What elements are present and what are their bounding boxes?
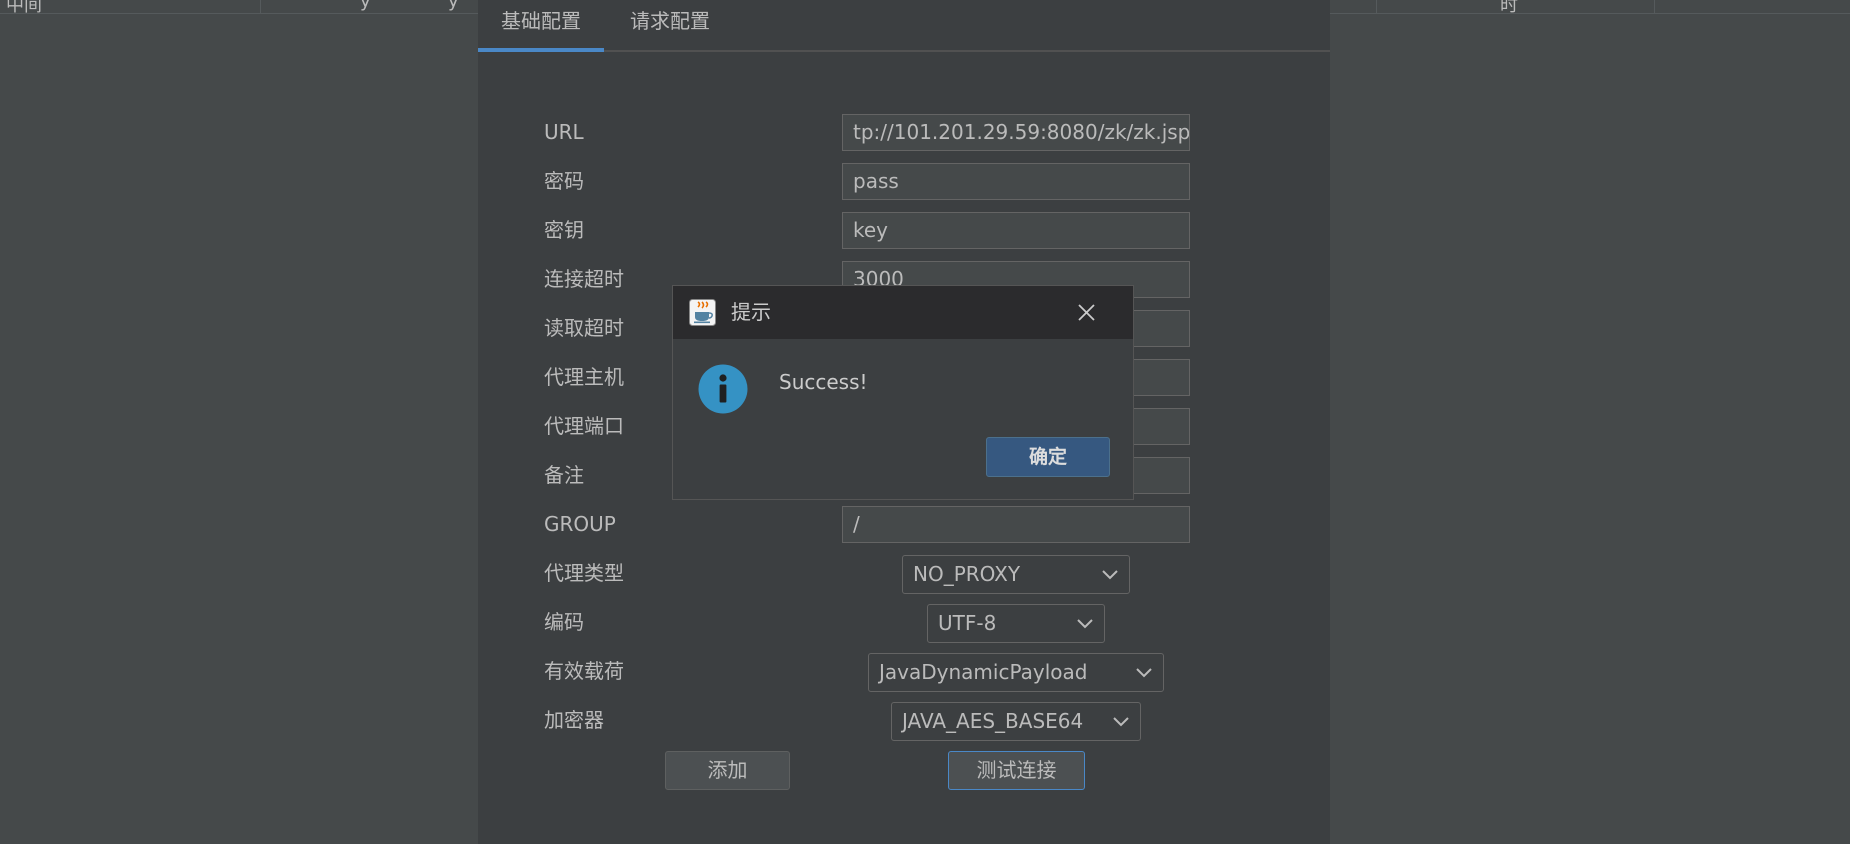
close-icon[interactable] <box>1073 299 1100 326</box>
tab-request-config[interactable]: 请求配置 <box>620 0 720 50</box>
add-button[interactable]: 添加 <box>665 751 790 790</box>
proxy-host-label: 代理主机 <box>544 365 624 389</box>
payload-value: JavaDynamicPayload <box>879 660 1088 684</box>
dialog-title: 提示 <box>731 300 771 324</box>
encryptor-label: 加密器 <box>544 708 604 732</box>
remark-label: 备注 <box>544 463 584 487</box>
chevron-down-icon <box>1136 668 1152 678</box>
tab-bar: 基础配置 请求配置 <box>478 0 1330 52</box>
column-divider <box>1654 0 1655 13</box>
payload-label: 有效载荷 <box>544 659 624 683</box>
password-label: 密码 <box>544 169 584 193</box>
password-field[interactable]: pass <box>842 163 1190 200</box>
dialog-message: Success! <box>779 370 868 394</box>
message-dialog: 提示 Success! 确定 <box>672 285 1134 500</box>
proxy-type-label: 代理类型 <box>544 561 624 585</box>
encryptor-select[interactable]: JAVA_AES_BASE64 <box>891 702 1141 741</box>
encoding-value: UTF-8 <box>938 611 997 635</box>
chevron-down-icon <box>1113 717 1129 727</box>
info-icon <box>698 364 748 414</box>
java-icon <box>689 299 716 326</box>
group-label: GROUP <box>544 512 616 536</box>
read-timeout-label: 读取超时 <box>544 316 624 340</box>
proxy-type-value: NO_PROXY <box>913 562 1021 586</box>
chevron-down-icon <box>1077 619 1093 629</box>
header-fragment: 时 <box>1500 0 1518 16</box>
proxy-type-select[interactable]: NO_PROXY <box>902 555 1130 594</box>
ok-button[interactable]: 确定 <box>986 437 1110 477</box>
connect-timeout-label: 连接超时 <box>544 267 624 291</box>
url-label: URL <box>544 120 584 144</box>
dialog-title-bar: 提示 <box>673 286 1133 339</box>
header-fragment: 中间 <box>6 0 42 16</box>
test-connection-button[interactable]: 测试连接 <box>948 751 1085 790</box>
url-field[interactable]: tp://101.201.29.59:8080/zk/zk.jsp <box>842 114 1190 151</box>
encryptor-value: JAVA_AES_BASE64 <box>902 709 1084 733</box>
payload-select[interactable]: JavaDynamicPayload <box>868 653 1164 692</box>
column-divider <box>1376 0 1377 13</box>
chevron-down-icon <box>1102 570 1118 580</box>
secret-key-field[interactable]: key <box>842 212 1190 249</box>
column-divider <box>260 0 261 13</box>
secret-key-label: 密钥 <box>544 218 584 242</box>
group-field[interactable]: / <box>842 506 1190 543</box>
proxy-port-label: 代理端口 <box>544 414 624 438</box>
encoding-label: 编码 <box>544 610 584 634</box>
header-fragment: y <box>448 0 459 12</box>
tab-basic-config[interactable]: 基础配置 <box>478 0 604 52</box>
header-fragment: y <box>360 0 371 12</box>
encoding-select[interactable]: UTF-8 <box>927 604 1105 643</box>
